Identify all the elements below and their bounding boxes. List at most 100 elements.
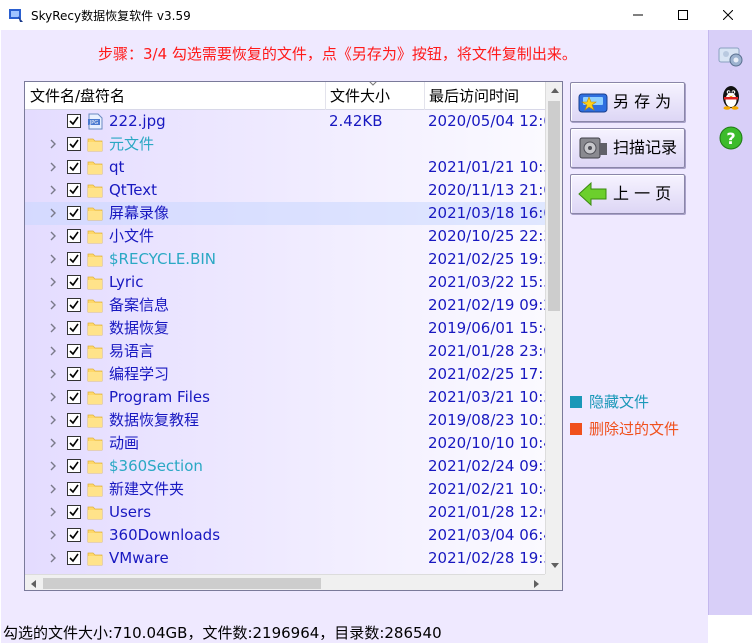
chevron-right-icon[interactable] — [49, 230, 57, 242]
chevron-right-icon[interactable] — [49, 276, 57, 288]
table-row[interactable]: 新建文件夹 2021/02/21 10:45 — [25, 478, 545, 501]
vertical-scroll-thumb[interactable] — [548, 101, 560, 311]
close-button[interactable] — [705, 0, 751, 30]
row-checkbox[interactable] — [67, 482, 81, 496]
scan-disk-icon — [579, 137, 607, 159]
row-checkbox[interactable] — [67, 505, 81, 519]
svg-text:?: ? — [726, 129, 735, 148]
row-checkbox[interactable] — [67, 114, 81, 128]
checkmark-icon — [69, 139, 79, 149]
row-checkbox[interactable] — [67, 298, 81, 312]
row-checkbox[interactable] — [67, 229, 81, 243]
scroll-down-button[interactable] — [546, 557, 562, 574]
chevron-right-icon[interactable] — [49, 184, 57, 196]
column-header-date[interactable]: 最后访问时间 — [424, 82, 545, 110]
row-checkbox[interactable] — [67, 344, 81, 358]
table-row[interactable]: JPG 222.jpg 2.42KB 2020/05/04 12:09 — [25, 110, 545, 133]
minimize-button[interactable] — [615, 0, 661, 30]
chevron-right-icon[interactable] — [49, 345, 57, 357]
chevron-right-icon[interactable] — [49, 138, 57, 150]
chevron-right-icon[interactable] — [49, 299, 57, 311]
scroll-left-button[interactable] — [25, 575, 42, 590]
legend-swatch-hidden — [570, 396, 582, 408]
checkmark-icon — [69, 231, 79, 241]
row-checkbox[interactable] — [67, 436, 81, 450]
row-file-name: QtText — [109, 181, 158, 199]
table-row[interactable]: qt 2021/01/21 10:57 — [25, 156, 545, 179]
chevron-right-icon[interactable] — [49, 414, 57, 426]
checkmark-icon — [69, 369, 79, 379]
folder-icon — [87, 435, 103, 452]
checkmark-icon — [69, 300, 79, 310]
chevron-right-icon[interactable] — [49, 437, 57, 449]
chevron-right-icon[interactable] — [49, 207, 57, 219]
row-checkbox[interactable] — [67, 551, 81, 565]
table-row[interactable]: 备案信息 2021/02/19 09:27 — [25, 294, 545, 317]
row-checkbox[interactable] — [67, 321, 81, 335]
column-header-size[interactable]: 文件大小 — [325, 82, 425, 110]
table-row[interactable]: Users 2021/01/28 12:06 — [25, 501, 545, 524]
scroll-up-button[interactable] — [546, 82, 562, 99]
table-row[interactable]: 编程学习 2021/02/25 17:13 — [25, 363, 545, 386]
chevron-right-icon[interactable] — [49, 483, 57, 495]
save-as-button[interactable]: 另 存 为 — [570, 82, 685, 122]
row-last-access: 2019/08/23 10:27 — [428, 411, 545, 429]
row-last-access: 2020/11/13 21:05 — [428, 181, 545, 199]
chevron-right-icon[interactable] — [49, 552, 57, 564]
row-checkbox[interactable] — [67, 206, 81, 220]
table-row[interactable]: Lyric 2021/03/22 15:52 — [25, 271, 545, 294]
chevron-right-icon[interactable] — [49, 322, 57, 334]
table-row[interactable]: $RECYCLE.BIN 2021/02/25 19:31 — [25, 248, 545, 271]
help-question-icon[interactable]: ? — [717, 124, 745, 152]
table-row[interactable]: 元文件 — [25, 133, 545, 156]
table-row[interactable]: VMware 2021/02/28 19:32 — [25, 547, 545, 570]
table-row[interactable]: Program Files 2021/03/21 10:35 — [25, 386, 545, 409]
chevron-right-icon[interactable] — [49, 161, 57, 173]
chevron-right-icon[interactable] — [49, 391, 57, 403]
checkmark-icon — [69, 323, 79, 333]
chevron-right-icon[interactable] — [49, 368, 57, 380]
scroll-right-button[interactable] — [528, 575, 545, 590]
table-row[interactable]: 屏幕录像 2021/03/18 16:04 — [25, 202, 545, 225]
table-row[interactable]: 小文件 2020/10/25 22:33 — [25, 225, 545, 248]
table-row[interactable]: 易语言 2021/01/28 23:08 — [25, 340, 545, 363]
row-last-access: 2021/01/28 23:08 — [428, 342, 545, 360]
folder-icon — [87, 343, 103, 360]
table-row[interactable]: 数据恢复 2019/06/01 15:40 — [25, 317, 545, 340]
horizontal-scroll-thumb[interactable] — [43, 578, 321, 589]
row-checkbox[interactable] — [67, 137, 81, 151]
row-checkbox[interactable] — [67, 252, 81, 266]
row-checkbox[interactable] — [67, 390, 81, 404]
row-checkbox[interactable] — [67, 160, 81, 174]
vertical-scrollbar[interactable] — [545, 82, 562, 574]
file-tree-list[interactable]: 文件名/盘符名 文件大小 最后访问时间 JPG 222.jpg 2.42KB 2020… — [24, 81, 563, 591]
qq-penguin-icon[interactable] — [717, 83, 745, 111]
row-checkbox[interactable] — [67, 275, 81, 289]
arrow-down-icon — [550, 563, 559, 568]
app-icon — [9, 9, 23, 22]
settings-gear-icon[interactable] — [717, 42, 745, 70]
checkmark-icon — [69, 346, 79, 356]
table-row[interactable]: 360Downloads 2021/03/04 06:48 — [25, 524, 545, 547]
table-row[interactable]: 动画 2020/10/10 10:40 — [25, 432, 545, 455]
chevron-right-icon[interactable] — [49, 506, 57, 518]
row-checkbox[interactable] — [67, 528, 81, 542]
column-header-name[interactable]: 文件名/盘符名 — [25, 82, 325, 110]
row-checkbox[interactable] — [67, 459, 81, 473]
table-row[interactable]: QtText 2020/11/13 21:05 — [25, 179, 545, 202]
table-row[interactable]: $360Section 2021/02/24 09:26 — [25, 455, 545, 478]
folder-icon — [87, 136, 103, 153]
chevron-right-icon[interactable] — [49, 529, 57, 541]
row-checkbox[interactable] — [67, 413, 81, 427]
horizontal-scrollbar[interactable] — [25, 574, 545, 590]
chevron-right-icon[interactable] — [49, 460, 57, 472]
row-checkbox[interactable] — [67, 183, 81, 197]
maximize-button[interactable] — [660, 0, 706, 30]
checkmark-icon — [69, 461, 79, 471]
row-file-name: 数据恢复教程 — [109, 411, 200, 429]
scan-record-button[interactable]: 扫描记录 — [570, 128, 685, 168]
row-checkbox[interactable] — [67, 367, 81, 381]
previous-page-button[interactable]: 上 一 页 — [570, 174, 685, 214]
chevron-right-icon[interactable] — [49, 253, 57, 265]
table-row[interactable]: 数据恢复教程 2019/08/23 10:27 — [25, 409, 545, 432]
